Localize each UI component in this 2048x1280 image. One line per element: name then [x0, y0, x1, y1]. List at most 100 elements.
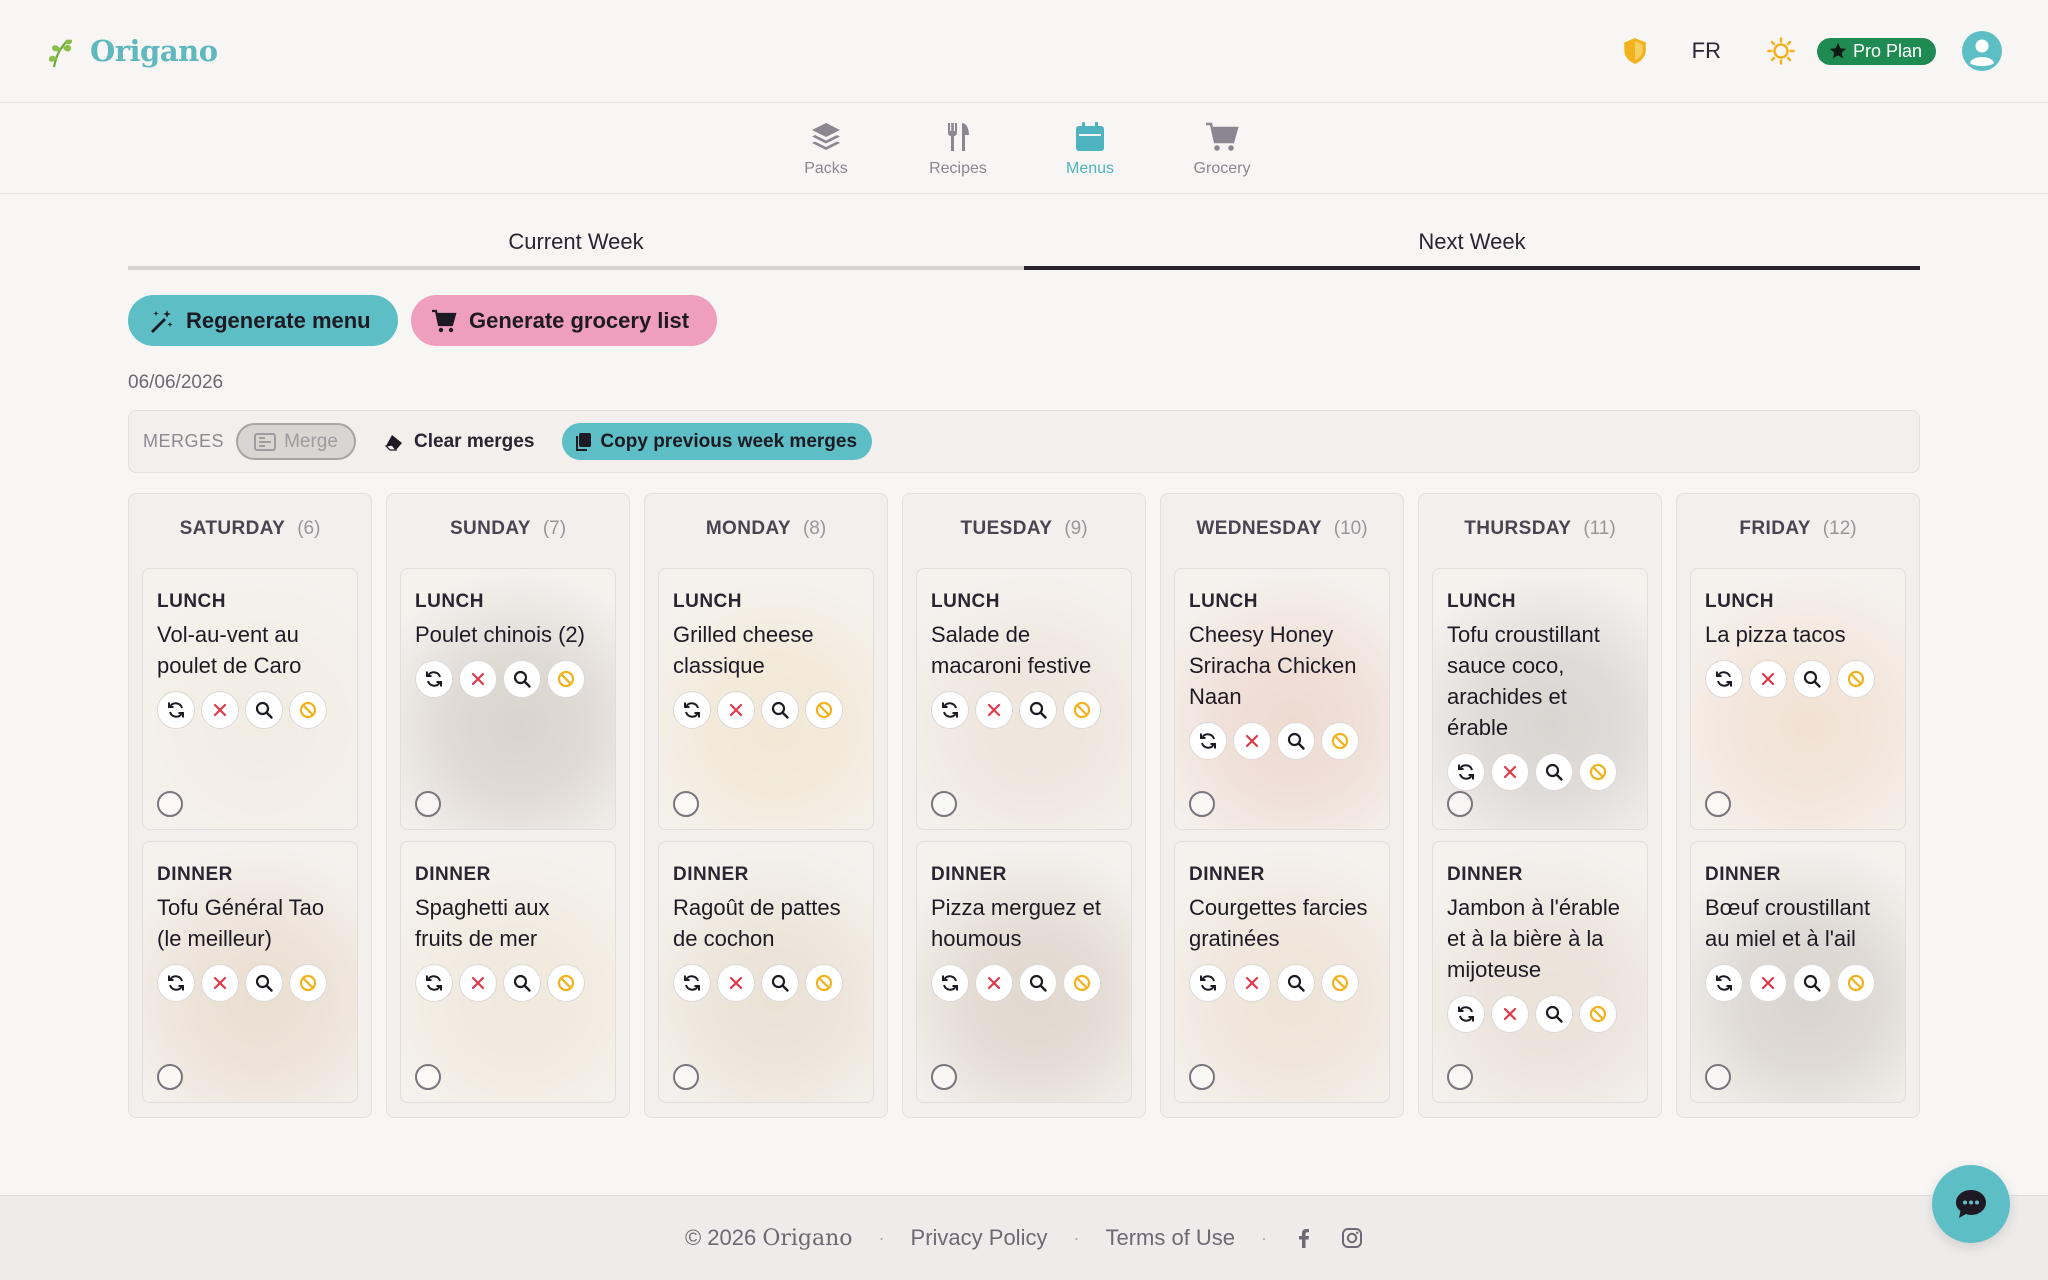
instagram-icon[interactable] [1341, 1227, 1363, 1249]
meal-select-radio[interactable] [415, 791, 441, 817]
view-recipe-button[interactable] [1535, 753, 1573, 791]
view-recipe-button[interactable] [503, 660, 541, 698]
swap-meal-button[interactable] [931, 691, 969, 729]
swap-meal-button[interactable] [157, 691, 195, 729]
swap-meal-button[interactable] [673, 964, 711, 1002]
view-recipe-button[interactable] [761, 964, 799, 1002]
meal-card-dinner[interactable]: DINNER Jambon à l'érable et à la bière à… [1432, 841, 1648, 1103]
meal-select-radio[interactable] [1705, 1064, 1731, 1090]
remove-meal-button[interactable] [1233, 722, 1271, 760]
nav-menus[interactable]: Menus [1024, 104, 1156, 193]
remove-meal-button[interactable] [975, 964, 1013, 1002]
language-toggle[interactable]: FR [1692, 38, 1721, 64]
meal-card-dinner[interactable]: DINNER Spaghetti aux fruits de mer [400, 841, 616, 1103]
meal-name[interactable]: Tofu croustillant sauce coco, arachides … [1447, 619, 1633, 743]
meal-card-lunch[interactable]: LUNCH Vol-au-vent au poulet de Caro [142, 568, 358, 830]
swap-meal-button[interactable] [157, 964, 195, 1002]
meal-name[interactable]: Tofu Général Tao (le meilleur) [157, 892, 343, 954]
exclude-meal-button[interactable] [289, 691, 327, 729]
remove-meal-button[interactable] [975, 691, 1013, 729]
nav-grocery[interactable]: Grocery [1156, 104, 1288, 193]
exclude-meal-button[interactable] [1837, 660, 1875, 698]
remove-meal-button[interactable] [459, 964, 497, 1002]
exclude-meal-button[interactable] [1321, 964, 1359, 1002]
view-recipe-button[interactable] [1019, 964, 1057, 1002]
exclude-meal-button[interactable] [547, 964, 585, 1002]
nav-packs[interactable]: Packs [760, 104, 892, 193]
remove-meal-button[interactable] [1749, 660, 1787, 698]
privacy-policy-link[interactable]: Privacy Policy [911, 1225, 1048, 1251]
view-recipe-button[interactable] [1793, 660, 1831, 698]
exclude-meal-button[interactable] [1837, 964, 1875, 1002]
exclude-meal-button[interactable] [1579, 995, 1617, 1033]
exclude-meal-button[interactable] [1579, 753, 1617, 791]
meal-select-radio[interactable] [1189, 1064, 1215, 1090]
meal-card-lunch[interactable]: LUNCH Cheesy Honey Sriracha Chicken Naan [1174, 568, 1390, 830]
copy-previous-merges-button[interactable]: Copy previous week merges [562, 423, 873, 460]
logo[interactable]: Origano [46, 34, 218, 68]
meal-select-radio[interactable] [157, 1064, 183, 1090]
remove-meal-button[interactable] [1233, 964, 1271, 1002]
view-recipe-button[interactable] [1019, 691, 1057, 729]
meal-select-radio[interactable] [1189, 791, 1215, 817]
remove-meal-button[interactable] [459, 660, 497, 698]
swap-meal-button[interactable] [1447, 995, 1485, 1033]
exclude-meal-button[interactable] [289, 964, 327, 1002]
exclude-meal-button[interactable] [547, 660, 585, 698]
remove-meal-button[interactable] [717, 964, 755, 1002]
merge-button[interactable]: Merge [236, 423, 357, 460]
meal-card-dinner[interactable]: DINNER Ragoût de pattes de cochon [658, 841, 874, 1103]
view-recipe-button[interactable] [761, 691, 799, 729]
meal-name[interactable]: Spaghetti aux fruits de mer [415, 892, 601, 954]
exclude-meal-button[interactable] [805, 691, 843, 729]
view-recipe-button[interactable] [503, 964, 541, 1002]
swap-meal-button[interactable] [1705, 964, 1743, 1002]
meal-select-radio[interactable] [1447, 1064, 1473, 1090]
meal-select-radio[interactable] [1705, 791, 1731, 817]
view-recipe-button[interactable] [1793, 964, 1831, 1002]
remove-meal-button[interactable] [201, 964, 239, 1002]
meal-name[interactable]: Jambon à l'érable et à la bière à la mij… [1447, 892, 1633, 985]
nav-recipes[interactable]: Recipes [892, 104, 1024, 193]
chat-button[interactable] [1932, 1165, 2010, 1243]
meal-select-radio[interactable] [673, 1064, 699, 1090]
remove-meal-button[interactable] [717, 691, 755, 729]
tab-current-week[interactable]: Current Week [128, 222, 1024, 270]
regenerate-menu-button[interactable]: Regenerate menu [128, 295, 398, 346]
exclude-meal-button[interactable] [805, 964, 843, 1002]
meal-name[interactable]: Salade de macaroni festive [931, 619, 1117, 681]
swap-meal-button[interactable] [1705, 660, 1743, 698]
meal-card-lunch[interactable]: LUNCH Tofu croustillant sauce coco, arac… [1432, 568, 1648, 830]
meal-card-lunch[interactable]: LUNCH Grilled cheese classique [658, 568, 874, 830]
remove-meal-button[interactable] [201, 691, 239, 729]
view-recipe-button[interactable] [1277, 722, 1315, 760]
meal-name[interactable]: Ragoût de pattes de cochon [673, 892, 859, 954]
swap-meal-button[interactable] [673, 691, 711, 729]
terms-of-use-link[interactable]: Terms of Use [1105, 1225, 1235, 1251]
user-avatar-icon[interactable] [1962, 31, 2002, 71]
remove-meal-button[interactable] [1491, 995, 1529, 1033]
tab-next-week[interactable]: Next Week [1024, 222, 1920, 270]
facebook-icon[interactable] [1293, 1227, 1315, 1249]
meal-card-lunch[interactable]: LUNCH Poulet chinois (2) [400, 568, 616, 830]
meal-card-lunch[interactable]: LUNCH La pizza tacos [1690, 568, 1906, 830]
generate-grocery-list-button[interactable]: Generate grocery list [411, 295, 717, 346]
exclude-meal-button[interactable] [1321, 722, 1359, 760]
view-recipe-button[interactable] [1535, 995, 1573, 1033]
meal-name[interactable]: Vol-au-vent au poulet de Caro [157, 619, 343, 681]
swap-meal-button[interactable] [415, 660, 453, 698]
sun-icon[interactable] [1767, 37, 1795, 65]
meal-name[interactable]: Grilled cheese classique [673, 619, 859, 681]
swap-meal-button[interactable] [931, 964, 969, 1002]
meal-select-radio[interactable] [673, 791, 699, 817]
meal-select-radio[interactable] [931, 791, 957, 817]
swap-meal-button[interactable] [415, 964, 453, 1002]
meal-select-radio[interactable] [1447, 791, 1473, 817]
meal-select-radio[interactable] [415, 1064, 441, 1090]
meal-name[interactable]: Bœuf croustillant au miel et à l'ail [1705, 892, 1891, 954]
meal-name[interactable]: Pizza merguez et houmous [931, 892, 1117, 954]
swap-meal-button[interactable] [1189, 722, 1227, 760]
meal-card-dinner[interactable]: DINNER Tofu Général Tao (le meilleur) [142, 841, 358, 1103]
meal-select-radio[interactable] [931, 1064, 957, 1090]
meal-name[interactable]: Poulet chinois (2) [415, 619, 601, 650]
